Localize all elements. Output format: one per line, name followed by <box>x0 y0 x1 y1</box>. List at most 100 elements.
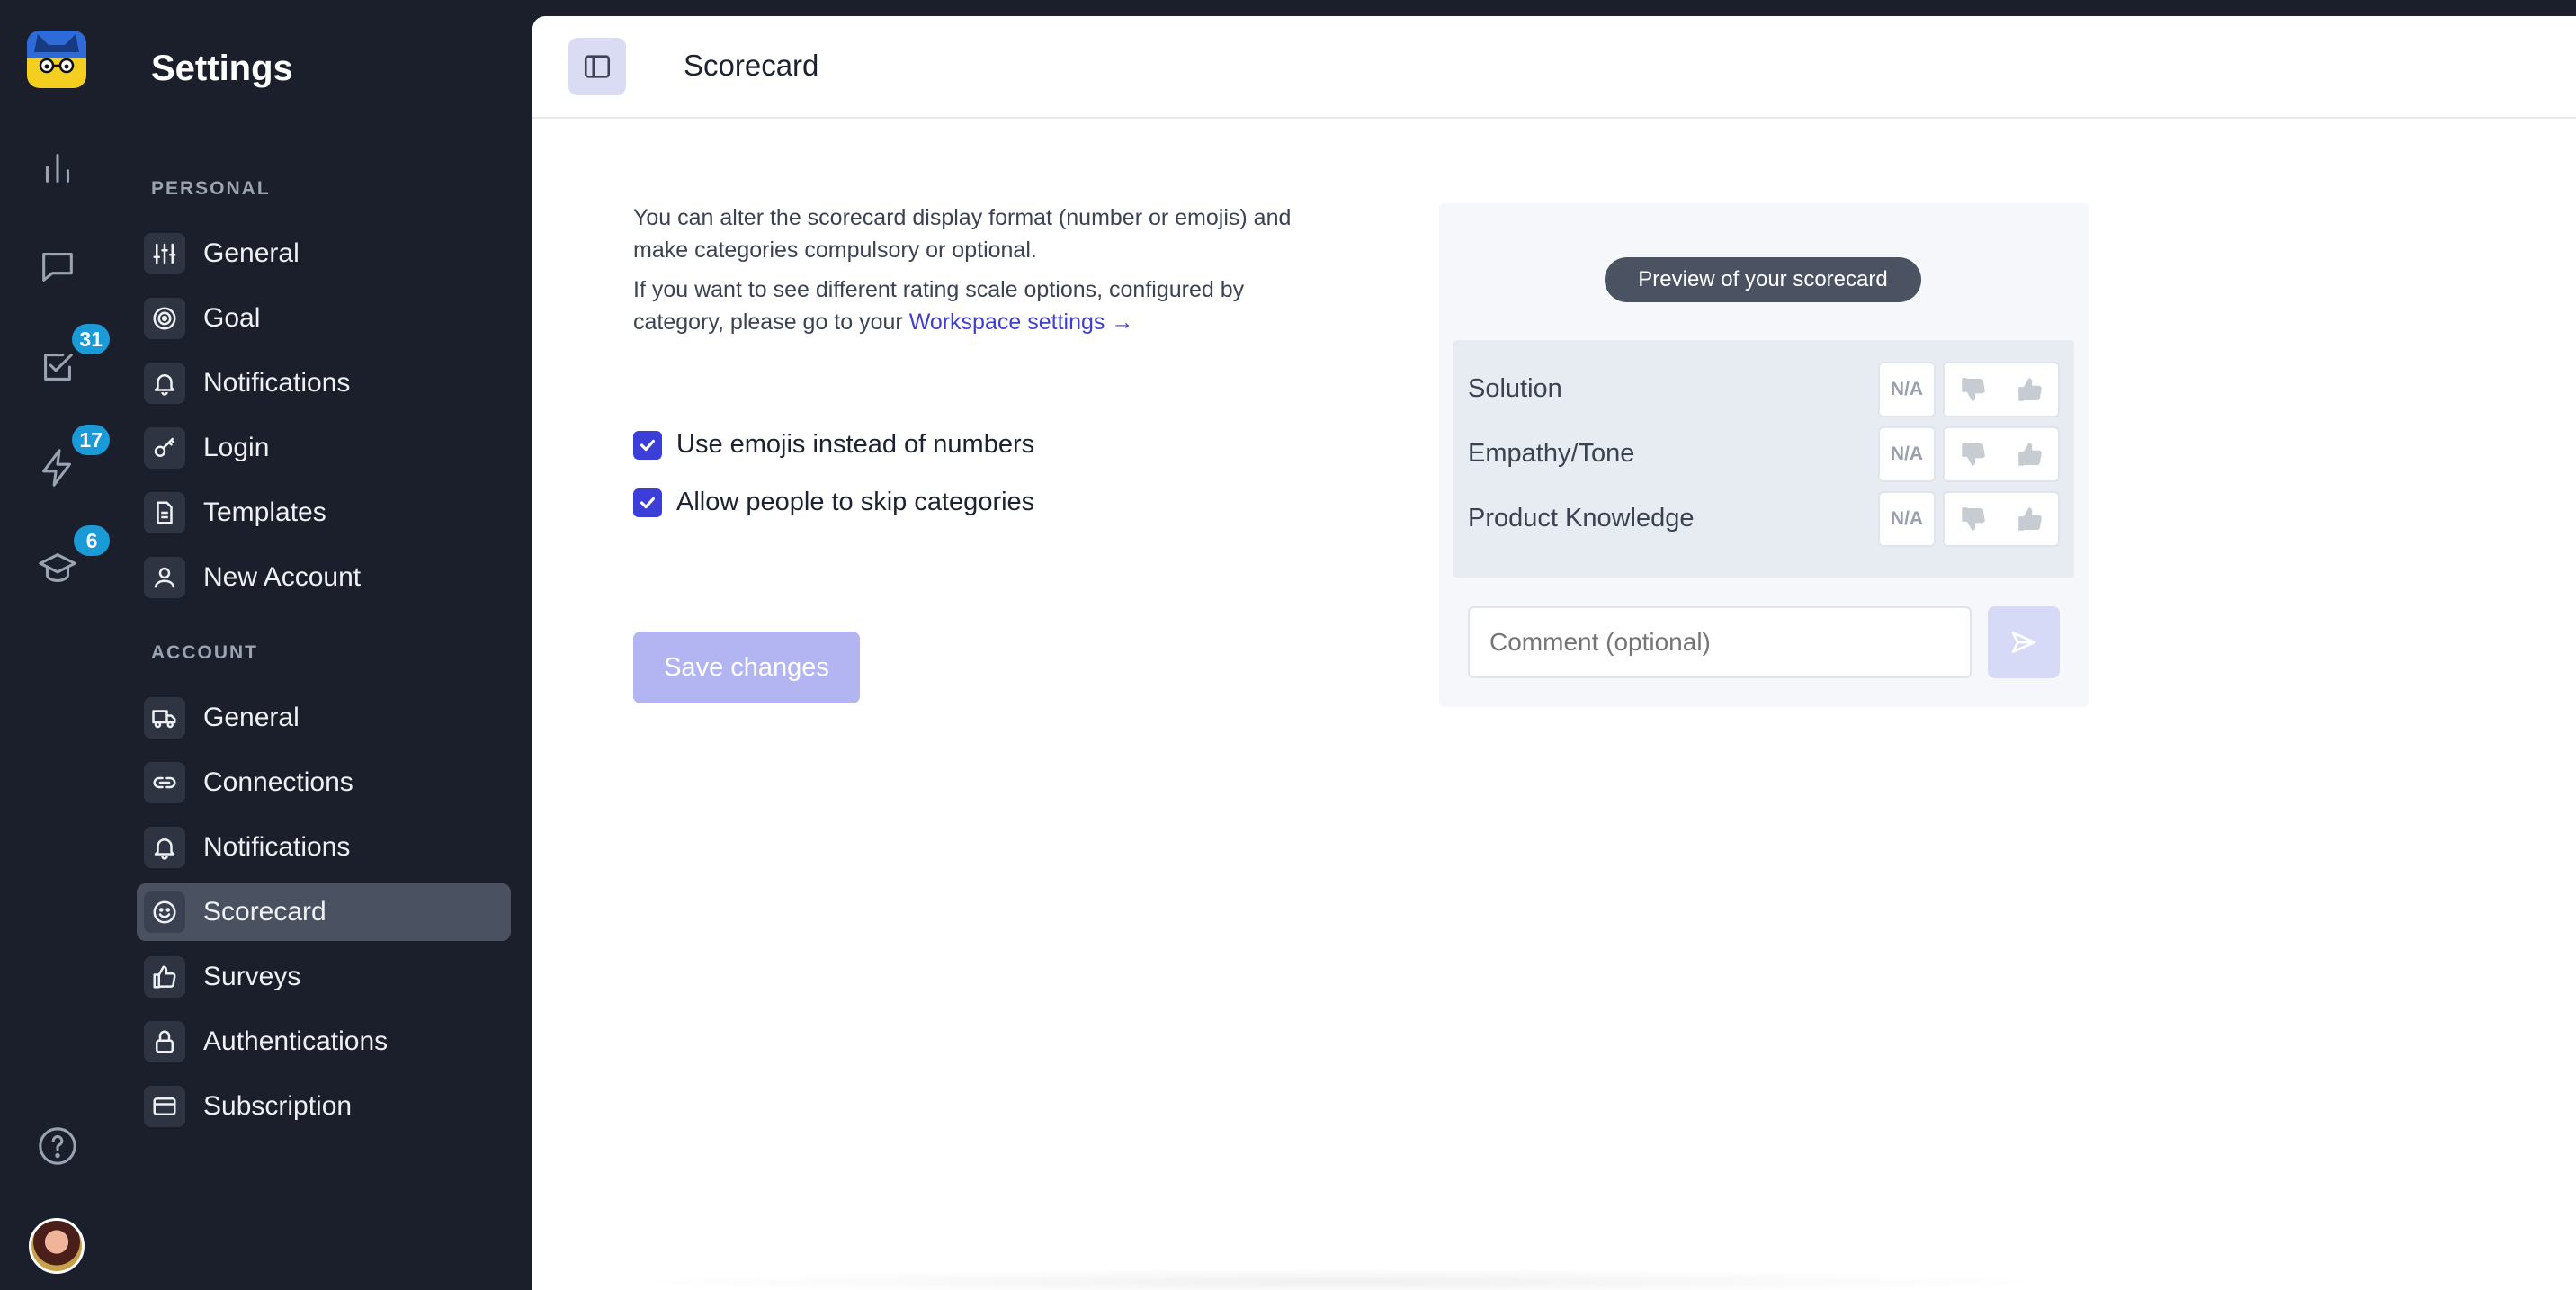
comment-input[interactable] <box>1468 606 1972 678</box>
avatar[interactable] <box>29 1218 85 1274</box>
rating-group <box>1943 491 2060 547</box>
sidebar-item-label: General <box>203 703 300 732</box>
sidebar-toggle-button[interactable] <box>568 38 626 95</box>
lock-icon <box>156 1030 174 1053</box>
sidebar-item-label: Subscription <box>203 1091 353 1121</box>
credit-card-icon <box>153 1097 176 1115</box>
sidebar-item-general[interactable]: General <box>137 225 511 282</box>
thumbs-up-button[interactable] <box>2001 428 2058 480</box>
link-icon <box>153 776 176 789</box>
sidebar-item-label: Connections <box>203 767 353 797</box>
bar-chart-icon <box>45 154 70 183</box>
sidebar-item-label: Notifications <box>203 368 351 398</box>
sidebar-item-account-general[interactable]: General <box>137 689 511 747</box>
thumbs-down-button[interactable] <box>1945 363 2001 416</box>
rail-learning[interactable]: 6 <box>31 525 110 596</box>
rail-help[interactable] <box>31 1119 85 1173</box>
sidebar-item-surveys[interactable]: Surveys <box>137 948 511 1006</box>
activity-badge: 17 <box>72 425 110 455</box>
preview-badge: Preview of your scorecard <box>1605 257 1921 302</box>
thumbs-up-icon <box>2017 378 2042 401</box>
main-panel: Scorecard You can alter the scorecard di… <box>532 16 2576 1290</box>
rating-group <box>1943 426 2060 482</box>
description-line: category, please go to your Workspace se… <box>633 306 1133 338</box>
sidebar-item-goal[interactable]: Goal <box>137 290 511 347</box>
rail-analytics[interactable] <box>31 140 85 194</box>
sidebar-item-login[interactable]: Login <box>137 419 511 477</box>
sidebar-item-label: Surveys <box>203 962 301 991</box>
sidebar-item-new-account[interactable]: New Account <box>137 549 511 606</box>
settings-sidebar: Settings PERSONAL General Goal Notificat… <box>135 0 513 1290</box>
page-header: Scorecard <box>532 16 2576 119</box>
user-icon <box>154 567 175 588</box>
na-button[interactable]: N/A <box>1878 362 1936 417</box>
sidebar-item-account-notifications[interactable]: Notifications <box>137 819 511 876</box>
sidebar-item-scorecard[interactable]: Scorecard <box>137 883 511 941</box>
description-line: You can alter the scorecard display form… <box>633 205 1292 230</box>
sidebar-item-label: Goal <box>203 303 261 333</box>
emoji-option[interactable]: Use emojis instead of numbers <box>633 430 1034 460</box>
section-personal: PERSONAL <box>151 178 271 199</box>
category-row: Empathy/Tone N/A <box>1453 423 2074 486</box>
thumbs-down-icon <box>1961 507 1985 531</box>
skip-option[interactable]: Allow people to skip categories <box>633 488 1034 517</box>
rail-conversations[interactable] <box>31 239 85 293</box>
check-icon <box>640 497 656 508</box>
help-icon <box>39 1127 76 1165</box>
sidebar-item-connections[interactable]: Connections <box>137 754 511 811</box>
rating-group <box>1943 362 2060 417</box>
bottom-shadow <box>622 1268 2062 1290</box>
workspace-settings-link[interactable]: Workspace settings → <box>909 309 1134 335</box>
category-row: Solution N/A <box>1453 358 2074 421</box>
category-row: Product Knowledge N/A <box>1453 488 2074 551</box>
graduation-cap-icon <box>39 553 76 582</box>
document-icon <box>157 501 173 524</box>
smiley-icon <box>153 900 176 924</box>
thumbs-up-icon <box>2017 507 2042 531</box>
sidebar-item-authentications[interactable]: Authentications <box>137 1013 511 1071</box>
na-button[interactable]: N/A <box>1878 426 1936 482</box>
emoji-option-label: Use emojis instead of numbers <box>676 430 1035 459</box>
send-icon <box>2011 632 2036 653</box>
chat-icon <box>42 253 73 282</box>
sidebar-item-label: New Account <box>203 562 362 592</box>
sidebar-item-subscription[interactable]: Subscription <box>137 1078 511 1135</box>
preview-categories: Solution N/A Empathy/Tone N/A Product Kn… <box>1453 340 2074 578</box>
sidebar-item-templates[interactable]: Templates <box>137 484 511 542</box>
emoji-checkbox[interactable] <box>633 430 662 460</box>
scorecard-preview: Preview of your scorecard Solution N/A E… <box>1439 203 2089 707</box>
sidebar-title: Settings <box>151 49 293 88</box>
description-text: category, please go to your <box>633 309 903 335</box>
rail-tasks[interactable]: 31 <box>31 324 110 394</box>
thumbs-down-button[interactable] <box>1945 493 2001 545</box>
category-label: Solution <box>1468 374 1562 403</box>
description-line: If you want to see different rating scal… <box>633 277 1245 302</box>
na-button[interactable]: N/A <box>1878 491 1936 547</box>
category-label: Empathy/Tone <box>1468 439 1635 468</box>
bell-icon <box>154 838 175 860</box>
save-button[interactable]: Save changes <box>633 632 860 703</box>
sidebar-item-label: Login <box>203 433 270 462</box>
sidebar-item-label: Authentications <box>203 1026 389 1056</box>
thumbs-down-icon <box>1961 378 1985 401</box>
checkbox-icon <box>44 354 73 381</box>
section-account: ACCOUNT <box>151 642 258 663</box>
icon-rail: 31 17 6 <box>0 0 115 1290</box>
rail-activity[interactable]: 17 <box>31 425 110 495</box>
learning-badge: 6 <box>74 525 110 556</box>
bell-icon <box>154 374 175 396</box>
sidebar-item-notifications[interactable]: Notifications <box>137 354 511 412</box>
skip-checkbox[interactable] <box>633 488 662 517</box>
sliders-icon <box>153 243 176 264</box>
page-title: Scorecard <box>684 49 819 82</box>
send-button[interactable] <box>1988 606 2060 678</box>
thumbs-up-button[interactable] <box>2001 493 2058 545</box>
thumbs-up-button[interactable] <box>2001 363 2058 416</box>
thumbs-down-icon <box>1961 443 1985 466</box>
sidebar-item-label: Scorecard <box>203 897 326 927</box>
tasks-badge: 31 <box>72 324 110 354</box>
app-logo[interactable] <box>27 31 86 88</box>
skip-option-label: Allow people to skip categories <box>676 488 1035 516</box>
thumbs-down-button[interactable] <box>1945 428 2001 480</box>
thumbs-up-icon <box>153 965 176 989</box>
